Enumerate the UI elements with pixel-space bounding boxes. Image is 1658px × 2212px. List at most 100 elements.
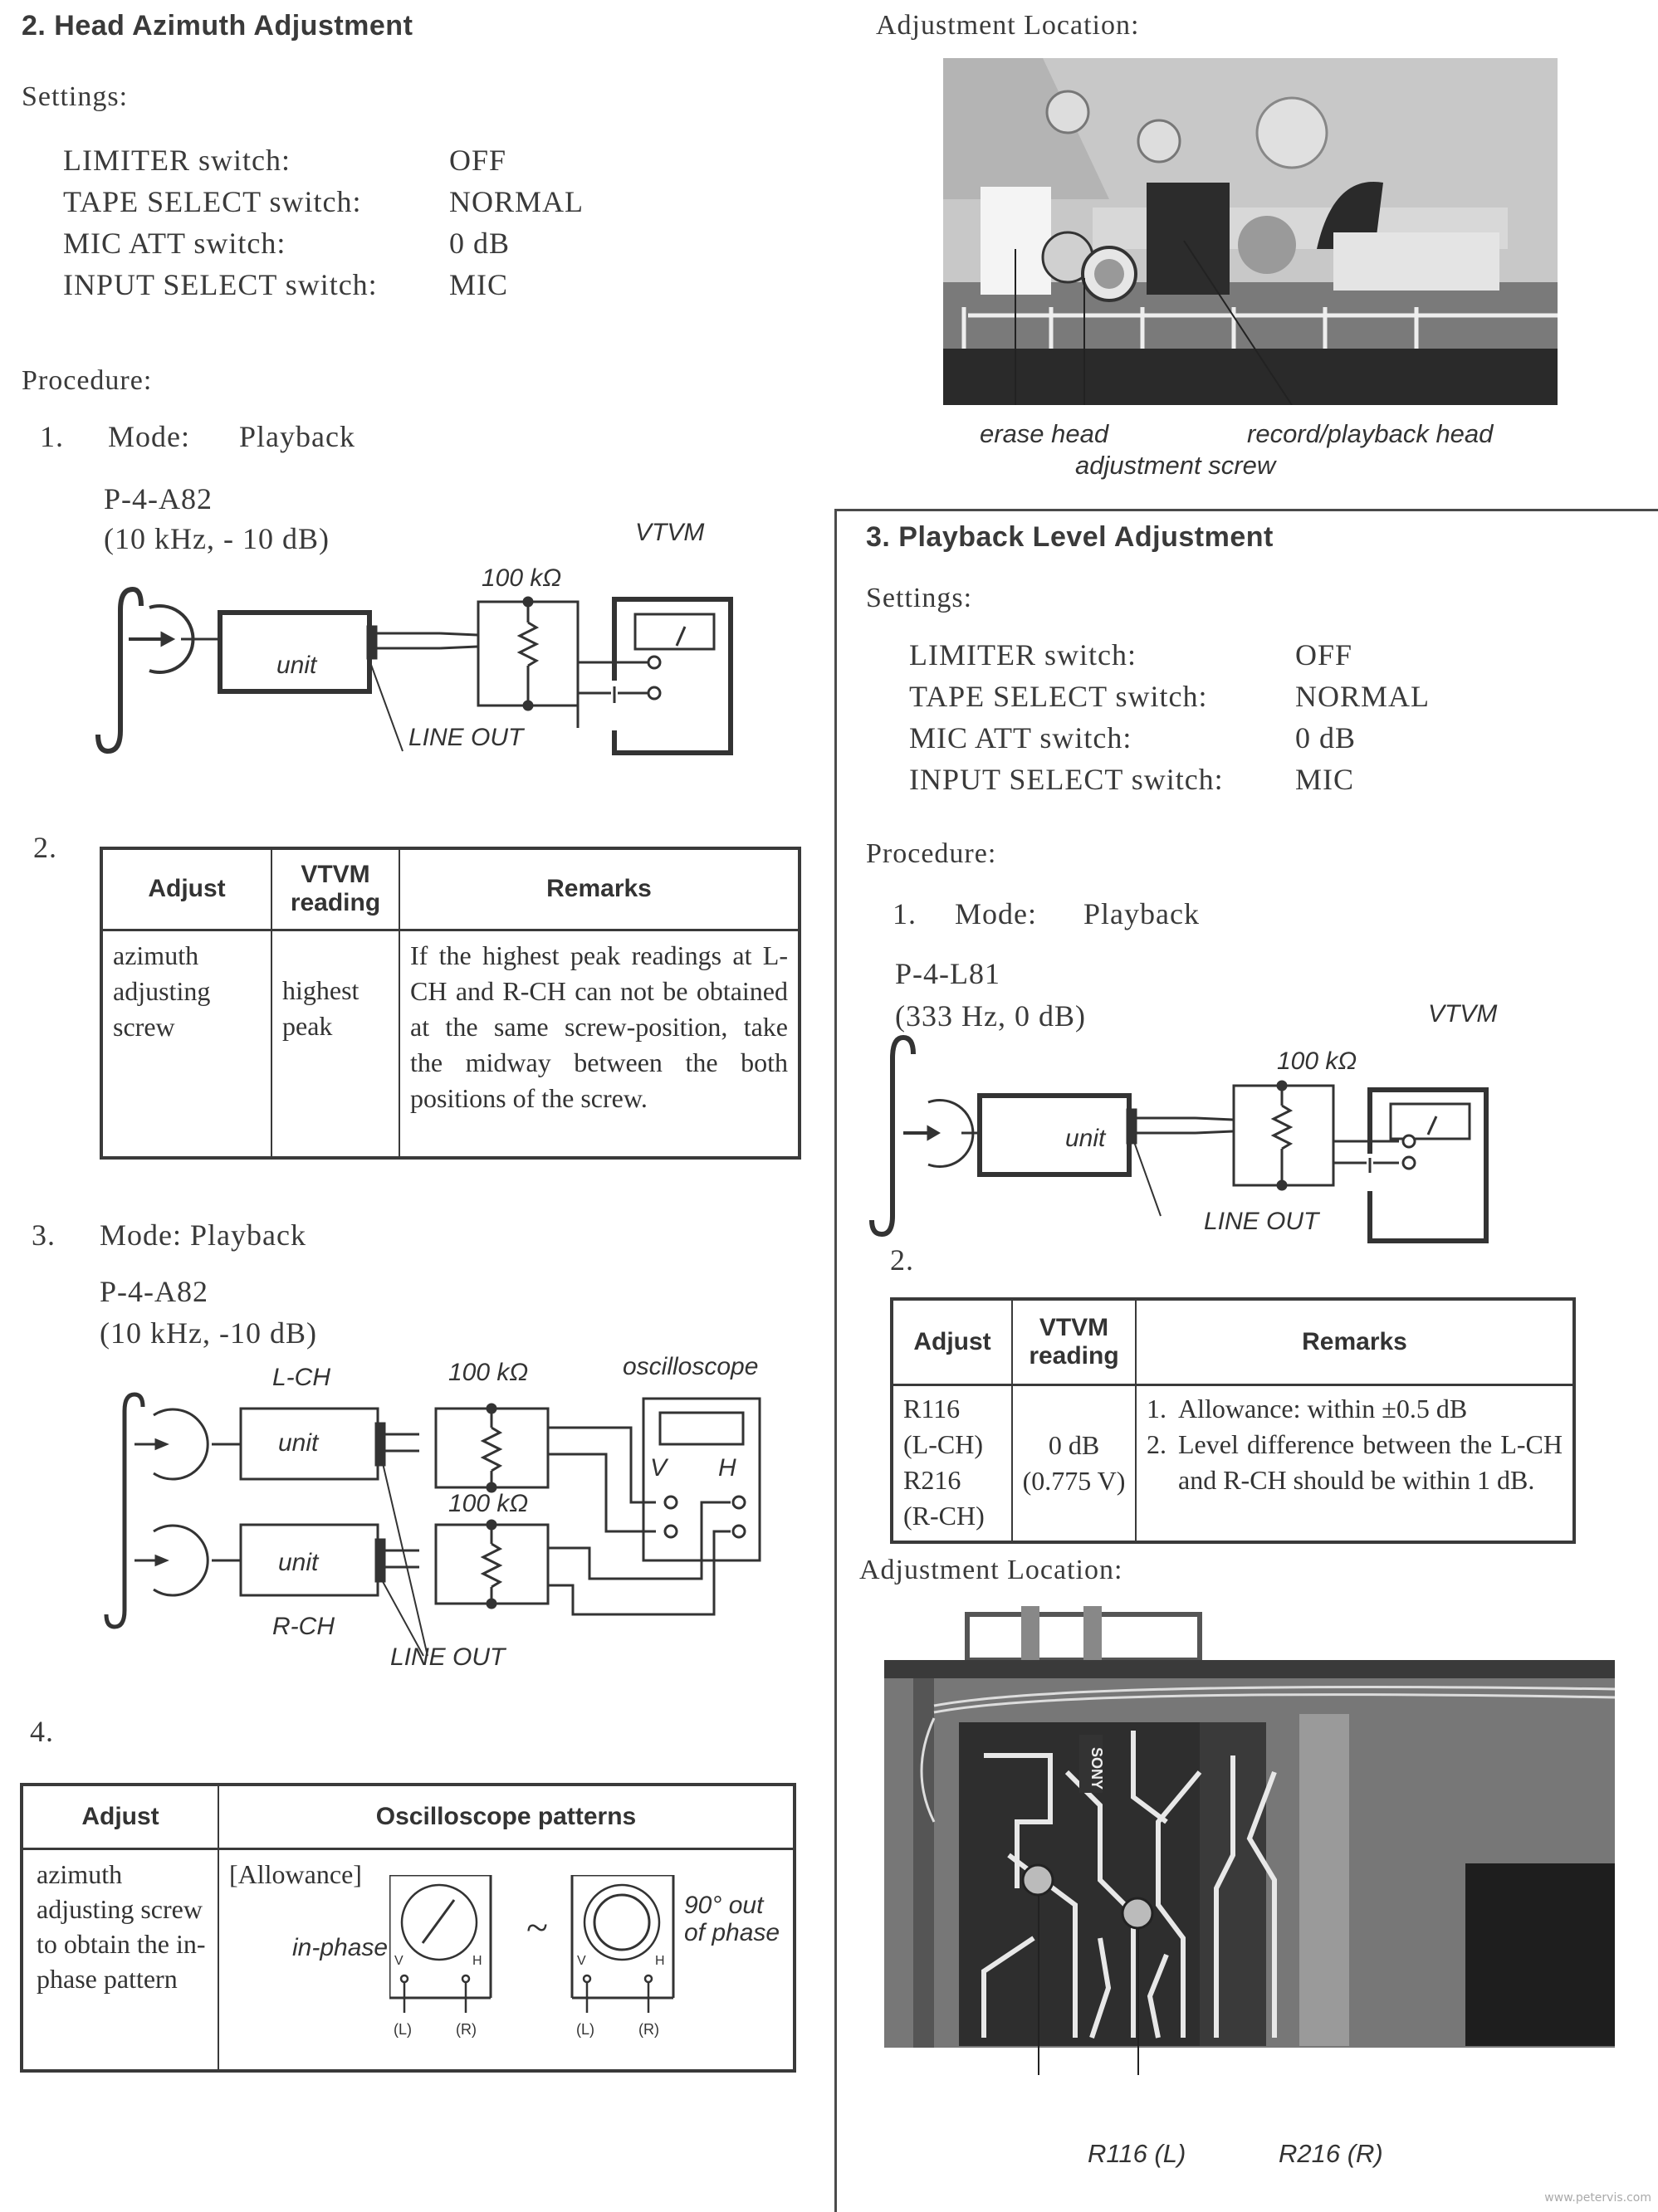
line-out-label: LINE OUT bbox=[390, 1643, 506, 1671]
oscilloscope-pattern-table: Adjust Oscilloscope patterns azimuth adj… bbox=[20, 1783, 796, 2073]
lch-label: L-CH bbox=[272, 1364, 331, 1391]
setting-label: MIC ATT switch: bbox=[909, 721, 1132, 754]
r216-pot bbox=[1121, 1897, 1154, 1930]
step-2-number: 2. bbox=[890, 1243, 914, 1277]
cell-vtvm-reading: highest peak bbox=[271, 929, 400, 1159]
step-2-number: 2. bbox=[33, 831, 57, 864]
remark-text: Allowance: within ±0.5 dB bbox=[1178, 1393, 1468, 1423]
col-header-remarks: Remarks bbox=[399, 847, 800, 931]
tape-head-photo bbox=[943, 58, 1558, 405]
diagram-line-out-label: LINE OUT bbox=[408, 724, 524, 751]
setting-label: TAPE SELECT switch: bbox=[909, 680, 1208, 713]
cell-remarks: 1. Allowance: within ±0.5 dB 2. Level diff… bbox=[1135, 1384, 1575, 1543]
settings-list: LIMITER switch: OFF TAPE SELECT switch: NO… bbox=[909, 637, 1430, 797]
setting-value: MIC bbox=[1295, 763, 1355, 796]
col-header-adjust: Adjust bbox=[891, 1298, 1013, 1386]
adjustment-screw-label: adjustment screw bbox=[1075, 451, 1276, 480]
reading-db: 0 dB bbox=[1048, 1429, 1100, 1460]
resistor-label-rch: 100 kΩ bbox=[448, 1490, 529, 1517]
procedure-heading: Procedure: bbox=[22, 365, 153, 396]
r-label: (R) bbox=[638, 2021, 659, 2038]
cell-patterns: [Allowance] in-phase V H V H (L) (R) (L)… bbox=[218, 1848, 795, 2072]
cell-remarks: If the highest peak readings at L-CH and… bbox=[399, 929, 800, 1159]
oscilloscope-label: oscilloscope bbox=[623, 1353, 759, 1380]
step-3-mode: Mode: Playback bbox=[100, 1218, 306, 1252]
cell-adjust: azimuth adjusting screw bbox=[100, 929, 272, 1159]
adjust-r116: R116 bbox=[903, 1393, 961, 1423]
col-header-vtvm: VTVM reading bbox=[1011, 1298, 1137, 1386]
setting-value: OFF bbox=[1295, 638, 1353, 671]
cell-adjust: azimuth adjusting screw to obtain the in… bbox=[21, 1848, 219, 2072]
setting-value: NORMAL bbox=[449, 185, 584, 218]
section-title-head-azimuth: 2. Head Azimuth Adjustment bbox=[22, 10, 413, 42]
step-1-mode-label: Mode: bbox=[955, 897, 1037, 930]
diagram-resistor-label: 100 kΩ bbox=[1277, 1047, 1357, 1075]
setting-label: INPUT SELECT switch: bbox=[63, 268, 378, 301]
setting-label: LIMITER switch: bbox=[909, 638, 1137, 671]
step-1-mode-value: Playback bbox=[239, 420, 355, 453]
r116-pot bbox=[1021, 1863, 1054, 1897]
adjust-rch: (R-CH) bbox=[903, 1500, 985, 1531]
resistor-label-lch: 100 kΩ bbox=[448, 1359, 529, 1386]
unit-label-lch: unit bbox=[278, 1429, 319, 1457]
r216-label: R216 (R) bbox=[1279, 2139, 1383, 2168]
h-label: H bbox=[472, 1954, 482, 1968]
remark-text: Level difference between the L-CH and R-… bbox=[1178, 1428, 1563, 1495]
vtvm-connection-diagram-right bbox=[869, 1034, 1489, 1243]
tilde-symbol: ~ bbox=[526, 1905, 548, 1950]
erase-head-label: erase head bbox=[980, 419, 1109, 448]
adjustment-location-heading: Adjustment Location: bbox=[876, 10, 1140, 41]
l-label: (L) bbox=[394, 2021, 412, 2038]
remark-number: 1. bbox=[1147, 1393, 1166, 1423]
step-4-number: 4. bbox=[30, 1715, 54, 1748]
allowance-label: [Allowance] bbox=[229, 1858, 362, 1889]
unit-label-rch: unit bbox=[278, 1549, 319, 1576]
col-header-adjust: Adjust bbox=[21, 1784, 219, 1850]
settings-list: LIMITER switch: OFF TAPE SELECT switch: NO… bbox=[63, 143, 584, 302]
diagram-vtvm-label: VTVM bbox=[635, 519, 705, 546]
procedure-heading: Procedure: bbox=[866, 838, 997, 869]
setting-label: TAPE SELECT switch: bbox=[63, 185, 362, 218]
diagram-resistor-label: 100 kΩ bbox=[482, 564, 562, 592]
record-playback-head-label: record/playback head bbox=[1247, 419, 1494, 448]
step-3-tape-id: P-4-A82 bbox=[100, 1275, 208, 1308]
reading-volts: (0.775 V) bbox=[1022, 1465, 1126, 1496]
watermark: www.petervis.com bbox=[1544, 2191, 1651, 2205]
step-1-mode-value: Playback bbox=[1083, 897, 1200, 930]
pcb-photo: SONY bbox=[884, 1606, 1615, 2104]
step-3-tape-spec: (10 kHz, -10 dB) bbox=[100, 1316, 317, 1350]
cell-vtvm-reading: 0 dB (0.775 V) bbox=[1011, 1384, 1137, 1543]
v-label: V bbox=[577, 1954, 586, 1968]
col-header-vtvm: VTVM reading bbox=[271, 847, 400, 931]
setting-label: INPUT SELECT switch: bbox=[909, 763, 1224, 796]
v-label: V bbox=[394, 1954, 403, 1968]
setting-label: LIMITER switch: bbox=[63, 144, 291, 177]
azimuth-vtvm-table: Adjust VTVM reading Remarks azimuth adju… bbox=[100, 847, 801, 1160]
step-3-number: 3. bbox=[32, 1218, 56, 1252]
table-row: R116 (L-CH) R216 (R-CH) 0 dB (0.775 V) 1… bbox=[891, 1384, 1575, 1543]
diagram-unit-label: unit bbox=[276, 652, 317, 679]
setting-value: 0 dB bbox=[1295, 721, 1357, 754]
table-row: azimuth adjusting screw highest peak If … bbox=[100, 929, 800, 1159]
scope-h-label: H bbox=[718, 1454, 736, 1482]
scope-v-label: V bbox=[650, 1454, 668, 1482]
adjustment-location-heading-2: Adjustment Location: bbox=[859, 1555, 1123, 1585]
step-1-number: 1. bbox=[40, 420, 64, 453]
col-header-remarks: Remarks bbox=[1135, 1298, 1575, 1386]
diagram-vtvm-label: VTVM bbox=[1428, 1000, 1498, 1028]
col-header-adjust: Adjust bbox=[100, 847, 272, 931]
setting-value: 0 dB bbox=[449, 227, 511, 260]
in-phase-label: in-phase bbox=[292, 1933, 389, 1961]
col-header-patterns: Oscilloscope patterns bbox=[218, 1784, 795, 1850]
tape-curve bbox=[118, 586, 144, 611]
playback-level-table: Adjust VTVM reading Remarks R116 (L-CH) … bbox=[890, 1297, 1576, 1544]
table-row: azimuth adjusting screw to obtain the in… bbox=[21, 1848, 795, 2072]
setting-value: NORMAL bbox=[1295, 680, 1431, 713]
settings-heading: Settings: bbox=[866, 583, 973, 613]
diagram-line-out-label: LINE OUT bbox=[1204, 1208, 1319, 1235]
setting-label: MIC ATT switch: bbox=[63, 227, 286, 260]
oscilloscope-connection-diagram bbox=[104, 1392, 761, 1657]
remark-number: 2. bbox=[1147, 1428, 1166, 1459]
setting-value: MIC bbox=[449, 268, 509, 301]
adjust-r216: R216 bbox=[903, 1464, 961, 1495]
